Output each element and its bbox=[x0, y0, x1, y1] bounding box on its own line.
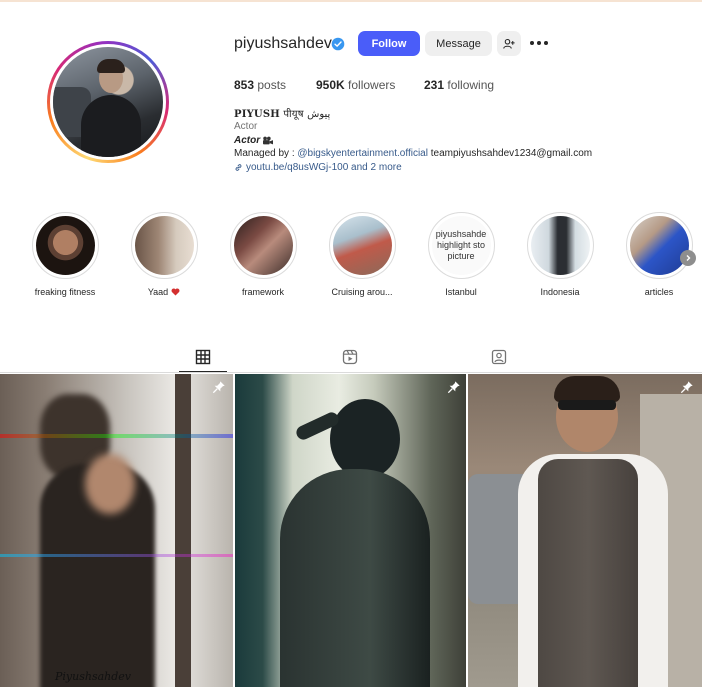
profile-username: piyushsahdev bbox=[234, 35, 332, 52]
bio-external-link[interactable]: youtu.be/q8usWGj-100 and 2 more bbox=[234, 162, 402, 173]
profile-avatar[interactable] bbox=[47, 41, 169, 163]
avatar-photo bbox=[53, 47, 163, 157]
post-thumbnail[interactable] bbox=[0, 374, 233, 687]
pinned-icon bbox=[447, 381, 460, 394]
tab-reels[interactable] bbox=[340, 347, 360, 367]
chevron-right-icon bbox=[686, 255, 691, 261]
highlight-cover bbox=[35, 216, 95, 275]
tabs-divider bbox=[0, 372, 702, 373]
highlight-label: Indonesia bbox=[540, 287, 580, 297]
bio-category: Actor bbox=[234, 121, 258, 132]
follow-button[interactable]: Follow bbox=[358, 31, 420, 56]
post-thumbnail[interactable] bbox=[468, 374, 702, 687]
highlight-cover bbox=[530, 216, 590, 275]
highlight-item[interactable]: freaking fitness bbox=[15, 212, 115, 297]
highlight-label: Yaad bbox=[114, 287, 214, 297]
tab-tagged[interactable] bbox=[489, 347, 509, 367]
highlight-item[interactable]: Yaad bbox=[114, 212, 214, 297]
highlight-cover bbox=[134, 216, 194, 275]
post-caption-overlay: Piyushsahdev bbox=[55, 670, 132, 683]
highlight-cover bbox=[629, 216, 689, 275]
highlight-cover: piyushsahde highlight sto picture bbox=[431, 216, 491, 275]
message-button[interactable]: Message bbox=[425, 31, 492, 56]
highlight-item[interactable]: Cruising arou... bbox=[312, 212, 412, 297]
tab-posts[interactable] bbox=[193, 347, 213, 367]
tagged-icon bbox=[491, 349, 507, 365]
bio-managed-by: Managed by : @bigskyentertainment.offici… bbox=[234, 148, 593, 159]
following-stat[interactable]: 231 following bbox=[424, 78, 494, 92]
link-icon bbox=[235, 164, 242, 171]
highlight-cover bbox=[332, 216, 392, 275]
highlight-item[interactable]: framework bbox=[213, 212, 313, 297]
posts-stat: 853 posts bbox=[234, 78, 287, 92]
highlight-label: Cruising arou... bbox=[331, 287, 393, 297]
post-thumbnail[interactable] bbox=[235, 374, 466, 687]
bio-full-name: PIYUSH पीयूष پیوش bbox=[234, 109, 331, 120]
pinned-icon bbox=[212, 381, 225, 394]
movie-camera-icon bbox=[263, 136, 274, 144]
add-user-icon bbox=[503, 38, 515, 49]
highlight-item[interactable]: Indonesia bbox=[510, 212, 610, 297]
highlight-label: freaking fitness bbox=[34, 287, 96, 297]
highlights-next-button[interactable] bbox=[680, 250, 696, 266]
bio-text: Actor bbox=[234, 135, 274, 146]
followers-stat[interactable]: 950K followers bbox=[316, 78, 395, 92]
suggested-users-button[interactable] bbox=[497, 31, 521, 56]
verified-badge-icon bbox=[331, 37, 345, 51]
grid-icon bbox=[195, 349, 211, 365]
heart-icon bbox=[171, 288, 180, 296]
highlight-label: framework bbox=[241, 287, 284, 297]
highlight-label: Istanbul bbox=[445, 287, 477, 297]
highlight-cover bbox=[233, 216, 293, 275]
highlight-label: articles bbox=[644, 287, 674, 297]
reels-icon bbox=[342, 349, 358, 365]
pinned-icon bbox=[680, 381, 693, 394]
more-options-icon[interactable] bbox=[530, 36, 548, 50]
highlight-item[interactable]: piyushsahde highlight sto picture Istanb… bbox=[411, 212, 511, 297]
manager-mention-link[interactable]: @bigskyentertainment.official bbox=[297, 148, 428, 159]
top-border bbox=[0, 0, 702, 2]
